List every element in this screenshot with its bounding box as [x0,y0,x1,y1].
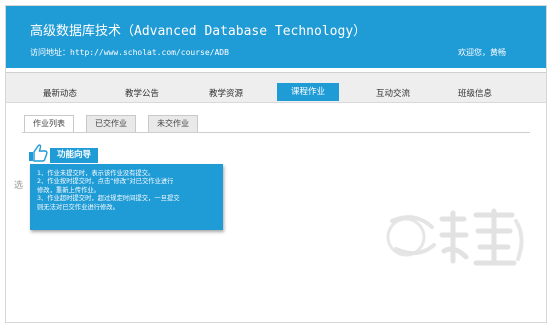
tab-homework-list[interactable]: 作业列表 [24,115,74,133]
guide-line: 修改，重新上传作业。 [37,186,100,194]
course-watermark-logo [386,208,524,266]
guide-line: 则无法对已交作业进行修改。 [37,203,119,211]
tab-submitted[interactable]: 已交作业 [86,115,136,133]
nav-item-resources[interactable]: 教学资源 [209,87,243,99]
nav-item-announcements[interactable]: 教学公告 [125,87,159,99]
tab-unsubmitted[interactable]: 未交作业 [148,115,198,133]
guide-line: 3、作业超时提交时，超过规定时间提交，一旦提交 [37,195,180,203]
guide-line: 2、作业按时提交时，点击“修改”对已交作业进行 [37,178,174,186]
course-title: 高级数据库技术（Advanced Database Technology） [30,24,367,39]
welcome-text: 欢迎您，黄畅 [458,48,506,57]
nav-item-homework[interactable]: 课程作业 [277,83,340,101]
course-url: 访问地址：http://www.scholat.com/course/ADB [30,48,229,57]
hidden-label: 选 [14,181,24,191]
thumbs-up-icon [29,144,48,162]
guide-title: 功能向导 [50,148,99,163]
guide-tooltip: 1、作业未提交时，表示该作业没有提交。 2、作业按时提交时，点击“修改”对已交作… [30,164,223,230]
page-frame: 高级数据库技术（Advanced Database Technology） 访问… [5,5,547,323]
nav-item-news[interactable]: 最新动态 [43,87,77,99]
nav-item-class-info[interactable]: 班级信息 [458,87,492,99]
course-header: 高级数据库技术（Advanced Database Technology） 访问… [6,6,546,68]
main-nav: 最新动态 教学公告 教学资源 课程作业 互动交流 班级信息 [6,72,546,103]
tab-divider [22,132,530,133]
nav-item-discussion[interactable]: 互动交流 [376,87,410,99]
